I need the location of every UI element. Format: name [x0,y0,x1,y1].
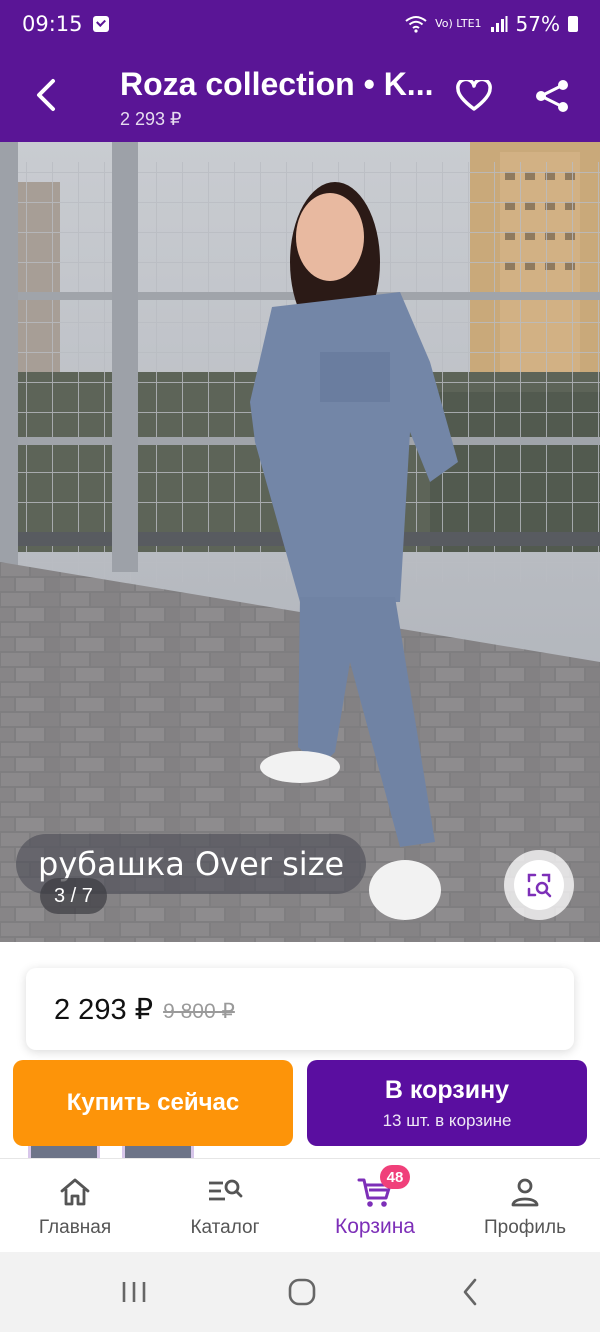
old-price: 9 800 ₽ [163,999,235,1023]
battery-icon [568,16,578,32]
share-icon [536,80,568,112]
signal-icon [490,16,508,32]
thumbnail-strip[interactable] [0,1146,600,1158]
visual-search-button-inner [514,860,564,910]
home-system-button[interactable] [272,1272,332,1312]
share-button[interactable] [530,74,574,118]
network-type: Vo) LTE1 [435,17,482,30]
home-circle-icon [288,1278,316,1306]
current-price: 2 293 ₽ [54,993,154,1026]
home-icon [60,1178,90,1206]
product-photo [0,142,600,942]
nav-catalog-label: Каталог [190,1217,260,1238]
back-chevron-icon [463,1278,477,1306]
nav-cart[interactable]: 48 Корзина [300,1159,450,1253]
recent-apps-icon [122,1282,146,1302]
back-arrow-icon [37,79,55,111]
title-block: Roza collection • K... 2 293 ₽ [120,66,440,130]
image-search-icon [527,873,552,898]
notification-icon [92,16,109,32]
thumbnail[interactable] [122,1146,194,1158]
product-photo-gallery[interactable]: рубашка Over size 3 / 7 [0,142,600,942]
wifi-icon [405,16,427,33]
battery-percent: 57% [515,12,560,36]
nav-home-label: Главная [38,1217,112,1238]
thumbnail[interactable] [28,1146,100,1158]
add-to-cart-label: В корзину [384,1075,510,1104]
buy-now-button[interactable]: Купить сейчас [13,1060,293,1146]
buy-now-label: Купить сейчас [66,1089,240,1116]
bottom-navigation: Главная Каталог 48 Корзина Профиль [0,1158,600,1252]
status-time: 09:15 [22,12,83,36]
page-title: Roza collection • K... [120,66,434,102]
app-bar: Roza collection • K... 2 293 ₽ [0,48,600,142]
favorite-button[interactable] [452,74,496,118]
cart-count-badge: 48 [380,1165,410,1189]
price-card: 2 293 ₽ 9 800 ₽ [26,968,574,1050]
add-to-cart-button[interactable]: В корзину 13 шт. в корзине [307,1060,587,1146]
in-cart-count: 13 шт. в корзине [382,1110,512,1130]
nav-profile[interactable]: Профиль [450,1159,600,1253]
photo-counter: 3 / 7 [40,878,107,914]
nav-home[interactable]: Главная [0,1159,150,1253]
screen: 09:15 Vo) LTE1 57% Roza collection • K..… [0,0,600,1332]
recent-apps-button[interactable] [104,1272,164,1312]
back-button[interactable] [24,70,68,120]
profile-icon [511,1178,539,1207]
status-indicators: Vo) LTE1 57% [405,12,578,36]
system-navigation-bar [0,1252,600,1332]
system-back-button[interactable] [440,1272,500,1312]
nav-profile-label: Профиль [483,1217,567,1238]
visual-search-button[interactable] [504,850,574,920]
nav-cart-label: Корзина [335,1215,415,1238]
heart-icon [456,80,492,111]
status-bar: 09:15 Vo) LTE1 57% [0,0,600,48]
page-subtitle-price: 2 293 ₽ [120,109,182,129]
catalog-search-icon [209,1179,243,1201]
nav-catalog[interactable]: Каталог [150,1159,300,1253]
